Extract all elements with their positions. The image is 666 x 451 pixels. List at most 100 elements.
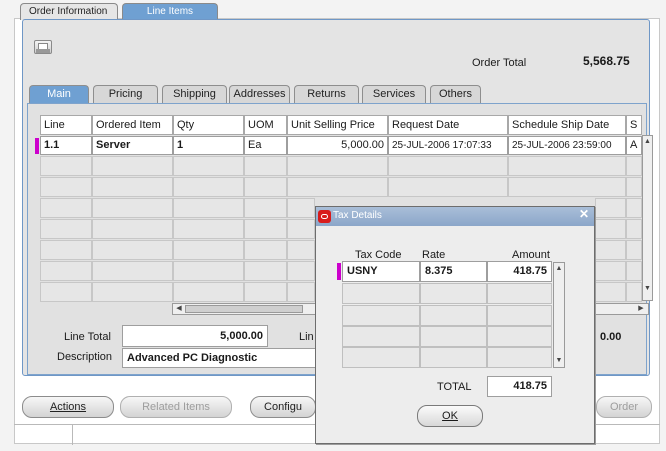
empty-cell[interactable]	[626, 198, 642, 218]
empty-cell[interactable]	[287, 282, 315, 302]
empty-cell[interactable]	[626, 240, 642, 260]
empty-cell[interactable]	[508, 177, 626, 197]
subtab-services[interactable]: Services	[362, 85, 426, 103]
empty-cell[interactable]	[342, 305, 420, 326]
cell-s[interactable]: A	[626, 136, 642, 155]
empty-cell[interactable]	[173, 282, 244, 302]
empty-cell[interactable]	[420, 283, 487, 304]
empty-cell[interactable]	[287, 261, 315, 281]
empty-cell[interactable]	[626, 156, 642, 176]
empty-cell[interactable]	[40, 177, 92, 197]
subtab-pricing[interactable]: Pricing	[93, 85, 158, 103]
configure-button[interactable]: Configu	[250, 396, 316, 418]
empty-cell[interactable]	[173, 198, 244, 218]
empty-cell[interactable]	[487, 326, 552, 347]
cell-line[interactable]: 1.1	[40, 136, 92, 155]
empty-cell[interactable]	[487, 305, 552, 326]
empty-cell[interactable]	[92, 261, 173, 281]
empty-cell[interactable]	[92, 156, 173, 176]
empty-cell[interactable]	[420, 326, 487, 347]
empty-cell[interactable]	[244, 261, 287, 281]
empty-cell[interactable]	[92, 219, 173, 239]
empty-cell[interactable]	[388, 177, 508, 197]
empty-cell[interactable]	[595, 240, 626, 260]
cell-request-date[interactable]: 25-JUL-2006 17:07:33	[388, 136, 508, 155]
empty-cell[interactable]	[287, 156, 388, 176]
subtab-others[interactable]: Others	[430, 85, 481, 103]
empty-cell[interactable]	[244, 219, 287, 239]
empty-cell[interactable]	[626, 177, 642, 197]
empty-cell[interactable]	[244, 177, 287, 197]
empty-cell[interactable]	[244, 198, 287, 218]
scroll-thumb[interactable]	[185, 305, 303, 313]
scroll-down-icon[interactable]: ▼	[643, 284, 652, 294]
empty-cell[interactable]	[40, 240, 92, 260]
empty-cell[interactable]	[420, 347, 487, 368]
order-button[interactable]: Order	[596, 396, 652, 418]
empty-cell[interactable]	[173, 177, 244, 197]
empty-cell[interactable]	[244, 240, 287, 260]
empty-cell[interactable]	[92, 282, 173, 302]
dialog-vertical-scrollbar[interactable]: ▲ ▼	[553, 262, 565, 368]
subtab-returns[interactable]: Returns	[294, 85, 359, 103]
empty-cell[interactable]	[487, 347, 552, 368]
description-field[interactable]: Advanced PC Diagnostic	[122, 348, 322, 368]
row-selector[interactable]	[35, 138, 39, 154]
empty-cell[interactable]	[626, 219, 642, 239]
scroll-up-icon[interactable]: ▲	[554, 264, 564, 274]
tax-code-cell[interactable]: USNY	[342, 261, 420, 282]
empty-cell[interactable]	[287, 177, 388, 197]
cell-uom[interactable]: Ea	[244, 136, 287, 155]
tab-line-items[interactable]: Line Items	[122, 3, 218, 20]
scroll-down-icon[interactable]: ▼	[554, 356, 564, 366]
empty-cell[interactable]	[173, 240, 244, 260]
empty-cell[interactable]	[595, 261, 626, 281]
subtab-shipping[interactable]: Shipping	[162, 85, 227, 103]
cell-unit-selling-price[interactable]: 5,000.00	[287, 136, 388, 155]
dialog-row-selector[interactable]	[337, 263, 341, 280]
empty-cell[interactable]	[287, 198, 315, 218]
print-icon[interactable]	[34, 40, 52, 54]
close-icon[interactable]: ✕	[579, 207, 589, 221]
empty-cell[interactable]	[92, 240, 173, 260]
empty-cell[interactable]	[40, 261, 92, 281]
empty-cell[interactable]	[40, 219, 92, 239]
empty-cell[interactable]	[173, 219, 244, 239]
empty-cell[interactable]	[420, 305, 487, 326]
scroll-up-icon[interactable]: ▲	[643, 137, 652, 147]
rate-cell[interactable]: 8.375	[420, 261, 487, 282]
empty-cell[interactable]	[92, 177, 173, 197]
empty-cell[interactable]	[287, 219, 315, 239]
related-items-button[interactable]: Related Items	[120, 396, 232, 418]
empty-cell[interactable]	[342, 347, 420, 368]
empty-cell[interactable]	[173, 261, 244, 281]
empty-cell[interactable]	[173, 156, 244, 176]
ok-button[interactable]: OK	[417, 405, 483, 427]
empty-cell[interactable]	[626, 261, 642, 281]
empty-cell[interactable]	[595, 198, 626, 218]
empty-cell[interactable]	[626, 282, 642, 302]
empty-cell[interactable]	[388, 156, 508, 176]
empty-cell[interactable]	[244, 282, 287, 302]
empty-cell[interactable]	[287, 240, 315, 260]
empty-cell[interactable]	[342, 326, 420, 347]
empty-cell[interactable]	[508, 156, 626, 176]
amount-cell[interactable]: 418.75	[487, 261, 552, 282]
empty-cell[interactable]	[92, 198, 173, 218]
cell-qty[interactable]: 1	[173, 136, 244, 155]
empty-cell[interactable]	[595, 282, 626, 302]
cell-schedule-ship-date[interactable]: 25-JUL-2006 23:59:00	[508, 136, 626, 155]
empty-cell[interactable]	[40, 282, 92, 302]
empty-cell[interactable]	[40, 156, 92, 176]
empty-cell[interactable]	[40, 198, 92, 218]
scroll-right-icon[interactable]: ▶	[636, 304, 646, 314]
grid-vertical-scrollbar[interactable]: ▲ ▼	[642, 135, 653, 301]
empty-cell[interactable]	[244, 156, 287, 176]
subtab-addresses[interactable]: Addresses	[229, 85, 290, 103]
cell-ordered-item[interactable]: Server	[92, 136, 173, 155]
subtab-main[interactable]: Main	[29, 85, 89, 103]
empty-cell[interactable]	[342, 283, 420, 304]
actions-button[interactable]: Actions	[22, 396, 114, 418]
line-total-field[interactable]: 5,000.00	[122, 325, 268, 347]
scroll-left-icon[interactable]: ◀	[174, 304, 184, 314]
